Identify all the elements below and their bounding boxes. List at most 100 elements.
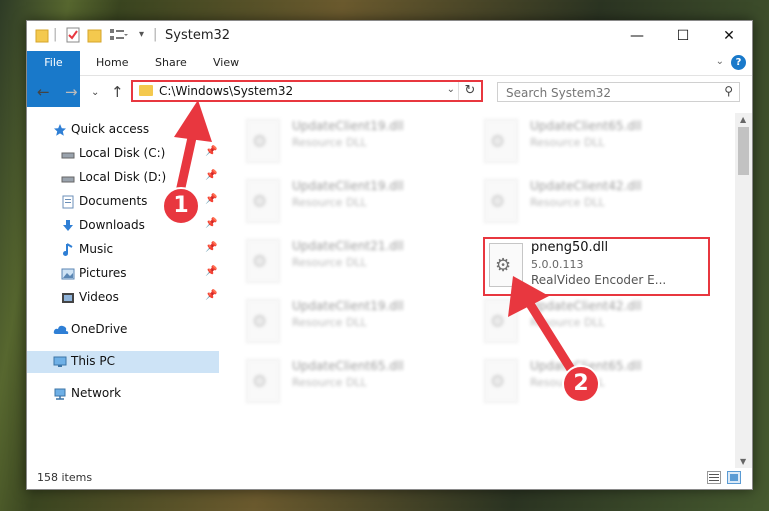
gear-icon: ⚙ — [252, 192, 268, 212]
minimize-button[interactable]: — — [614, 21, 660, 51]
address-dropdown-icon[interactable]: ⌄ — [447, 84, 455, 95]
recent-locations-chevron-icon[interactable]: ⌄ — [91, 87, 99, 98]
file-item[interactable]: ⚙ UpdateClient19.dll Resource DLL — [246, 295, 466, 351]
sidebar-item-music[interactable]: Music 📌 — [27, 239, 219, 261]
window-title: System32 — [165, 28, 231, 43]
pin-icon[interactable]: 📌 — [205, 194, 217, 205]
dll-file-icon: ⚙ — [484, 179, 518, 223]
file-explorer-window: | ▾ | System32 — ☐ ✕ File Home Share Vie… — [26, 20, 753, 490]
gear-icon: ⚙ — [252, 372, 268, 392]
pin-icon[interactable]: 📌 — [205, 290, 217, 301]
star-icon — [53, 123, 67, 136]
pin-icon[interactable]: 📌 — [205, 266, 217, 277]
back-arrow-icon[interactable]: ← — [37, 83, 50, 101]
sidebar-item-label: Network — [71, 386, 122, 400]
search-input[interactable] — [498, 83, 718, 103]
file-description: Resource DLL — [530, 316, 605, 329]
expand-ribbon-icon[interactable]: ⌄ — [716, 56, 724, 67]
sidebar-item-quick-access[interactable]: Quick access — [27, 119, 219, 141]
sidebar-item-onedrive[interactable]: OneDrive — [27, 319, 219, 341]
sidebar-item-label: Quick access — [71, 122, 150, 136]
file-name: UpdateClient19.dll — [292, 179, 404, 193]
address-bar[interactable]: C:\Windows\System32 ⌄ ↻ — [131, 80, 483, 102]
navigation-bar: ← → ⌄ ↑ C:\Windows\System32 ⌄ ↻ ⚲ — [27, 76, 752, 110]
scrollbar-thumb[interactable] — [738, 127, 749, 175]
tab-share[interactable]: Share — [155, 51, 187, 75]
details-view-icon[interactable] — [707, 471, 721, 484]
chevron-down-icon[interactable]: ▾ — [139, 29, 144, 47]
file-item[interactable]: ⚙ UpdateClient65.dll Resource DLL — [484, 115, 704, 171]
pin-icon[interactable]: 📌 — [205, 242, 217, 253]
network-icon — [53, 387, 67, 400]
file-item[interactable]: ⚙ UpdateClient42.dll Resource DLL — [484, 295, 704, 351]
videos-icon — [61, 291, 75, 304]
file-name: UpdateClient19.dll — [292, 299, 404, 313]
sidebar-item-network[interactable]: Network — [27, 383, 219, 405]
step-badge-2: 2 — [562, 365, 600, 403]
highlight-box — [483, 237, 710, 296]
gear-icon: ⚙ — [252, 252, 268, 272]
sidebar-item-pictures[interactable]: Pictures 📌 — [27, 263, 219, 285]
file-item[interactable]: ⚙ UpdateClient21.dll Resource DLL — [246, 235, 466, 291]
search-icon[interactable]: ⚲ — [724, 84, 733, 98]
address-path[interactable]: C:\Windows\System32 — [159, 84, 293, 98]
refresh-icon[interactable]: ↻ — [458, 82, 481, 100]
folder-icon — [139, 85, 153, 96]
pin-icon[interactable]: 📌 — [205, 218, 217, 229]
file-description: Resource DLL — [292, 196, 367, 209]
dll-file-icon: ⚙ — [484, 119, 518, 163]
cloud-icon — [53, 323, 69, 336]
gear-icon: ⚙ — [252, 312, 268, 332]
search-box[interactable]: ⚲ — [497, 82, 740, 103]
dll-file-icon: ⚙ — [246, 239, 280, 283]
pin-icon[interactable]: 📌 — [205, 146, 217, 157]
file-name: UpdateClient42.dll — [530, 299, 642, 313]
sidebar-item-label: OneDrive — [71, 322, 128, 336]
drive-icon — [61, 147, 75, 160]
file-name: UpdateClient42.dll — [530, 179, 642, 193]
download-icon — [61, 219, 75, 232]
file-item[interactable]: ⚙ UpdateClient42.dll Resource DLL — [484, 175, 704, 231]
sidebar-item-label: Local Disk (C:) — [79, 146, 166, 160]
file-item[interactable]: ⚙ UpdateClient65.dll Resource DLL — [246, 355, 466, 411]
file-item[interactable]: ⚙ UpdateClient19.dll Resource DLL — [246, 115, 466, 171]
help-icon[interactable]: ? — [731, 55, 746, 70]
scroll-up-icon[interactable]: ▲ — [740, 115, 746, 124]
gear-icon: ⚙ — [252, 132, 268, 152]
computer-icon — [53, 355, 67, 368]
sidebar-item-label: Downloads — [79, 218, 145, 232]
sidebar-item-label: Documents — [79, 194, 148, 208]
sidebar-item-videos[interactable]: Videos 📌 — [27, 287, 219, 309]
vertical-scrollbar[interactable]: ▲ ▼ — [735, 113, 752, 468]
tab-home[interactable]: Home — [96, 51, 128, 75]
up-arrow-icon[interactable]: ↑ — [111, 83, 124, 101]
file-description: Resource DLL — [292, 316, 367, 329]
dll-file-icon: ⚙ — [484, 299, 518, 343]
pictures-icon — [61, 267, 75, 280]
customize-toolbar-icon[interactable] — [109, 27, 129, 45]
dll-file-icon: ⚙ — [246, 359, 280, 403]
properties-icon[interactable] — [65, 27, 81, 45]
file-item[interactable]: ⚙ UpdateClient19.dll Resource DLL — [246, 175, 466, 231]
file-description: Resource DLL — [292, 256, 367, 269]
pin-icon[interactable]: 📌 — [205, 170, 217, 181]
maximize-button[interactable]: ☐ — [660, 21, 706, 51]
gear-icon: ⚙ — [490, 372, 506, 392]
new-folder-icon[interactable] — [87, 27, 103, 45]
sidebar-item-local-disk-d[interactable]: Local Disk (D:) 📌 — [27, 167, 219, 189]
sidebar-item-local-disk-c[interactable]: Local Disk (C:) 📌 — [27, 143, 219, 165]
close-button[interactable]: ✕ — [706, 21, 752, 51]
large-icons-view-icon[interactable] — [727, 471, 741, 484]
tab-view[interactable]: View — [213, 51, 239, 75]
sidebar-item-label: This PC — [71, 354, 115, 368]
sidebar-item-this-pc[interactable]: This PC — [27, 351, 219, 373]
forward-arrow-icon[interactable]: → — [65, 83, 78, 101]
gear-icon: ⚙ — [490, 132, 506, 152]
dll-file-icon: ⚙ — [246, 299, 280, 343]
file-description: Resource DLL — [292, 136, 367, 149]
file-description: Resource DLL — [530, 136, 605, 149]
separator: | — [153, 27, 158, 42]
folder-icon — [35, 27, 49, 45]
sidebar-item-label: Music — [79, 242, 114, 256]
scroll-down-icon[interactable]: ▼ — [740, 457, 746, 466]
